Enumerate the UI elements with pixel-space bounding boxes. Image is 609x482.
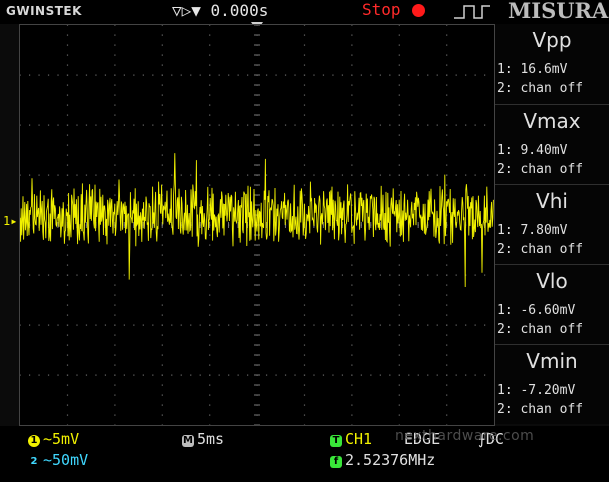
watermark: nexthardware.com [395, 428, 535, 444]
horizontal-position-icon: ▽▷▼ [172, 1, 211, 20]
ch2-badge-icon: 2 [30, 456, 38, 467]
ch2-scale[interactable]: 2 ~50mV [28, 451, 89, 469]
ch1-waveform-trace [20, 153, 494, 288]
measurement-title: Vmax [523, 109, 581, 133]
measurement-ch1-value: 1: 7.80mV [497, 223, 568, 238]
measurement-ch2-value: 2: chan off [497, 322, 584, 337]
top-status-bar: GWINSTEK ▽▷▼ 0.000s Stop MISURA [0, 0, 609, 24]
stop-indicator-icon [412, 4, 425, 17]
measurement-title: Vpp [532, 28, 572, 52]
trigger-badge-icon: T [330, 435, 342, 447]
measurement-title: Vhi [536, 189, 568, 213]
measurement-vlo[interactable]: Vlo 1: -6.60mV 2: chan off [495, 264, 609, 343]
timebase-offset[interactable]: ▽▷▼ 0.000s [172, 1, 268, 20]
brand-label: GWINSTEK [6, 4, 82, 18]
measurement-ch1-value: 1: 16.6mV [497, 62, 568, 77]
frequency-badge-icon: f [330, 456, 342, 468]
measurement-vpp[interactable]: Vpp 1: 16.6mV 2: chan off [495, 24, 609, 102]
measurement-ch1-value: 1: -6.60mV [497, 303, 576, 318]
measurement-ch2-value: 2: chan off [497, 162, 584, 177]
measurement-vhi[interactable]: Vhi 1: 7.80mV 2: chan off [495, 184, 609, 263]
ch1-ground-marker[interactable]: 1▸ [3, 214, 17, 228]
measurement-ch1-value: 1: -7.20mV [497, 383, 576, 398]
trigger-source[interactable]: T CH1 [330, 430, 372, 448]
measurement-title: Vlo [536, 269, 568, 293]
run-stop-status[interactable]: Stop [362, 0, 401, 19]
measurement-ch1-value: 1: 9.40mV [497, 143, 568, 158]
measurement-title: Vmin [526, 349, 578, 373]
measurement-ch2-value: 2: chan off [497, 402, 584, 417]
ch1-noise-trace [20, 153, 494, 288]
time-scale[interactable]: M 5ms [182, 430, 224, 448]
trigger-frequency: f 2.52376MHz [330, 451, 435, 469]
time-badge-icon: M [182, 435, 194, 447]
measurement-vmin[interactable]: Vmin 1: -7.20mV 2: chan off [495, 344, 609, 423]
waveform-display[interactable] [19, 24, 495, 426]
measurement-vmax[interactable]: Vmax 1: 9.40mV 2: chan off [495, 104, 609, 183]
measurement-ch2-value: 2: chan off [497, 81, 584, 96]
ch1-badge-icon: 1 [28, 435, 40, 447]
misura-logo: MISURA [508, 0, 609, 23]
measurement-panel: Vpp 1: 16.6mV 2: chan off Vmax 1: 9.40mV… [495, 24, 609, 424]
measurement-ch2-value: 2: chan off [497, 242, 584, 257]
ch1-scale[interactable]: 1 ~5mV [28, 430, 79, 448]
trigger-edge-icon [454, 5, 490, 19]
